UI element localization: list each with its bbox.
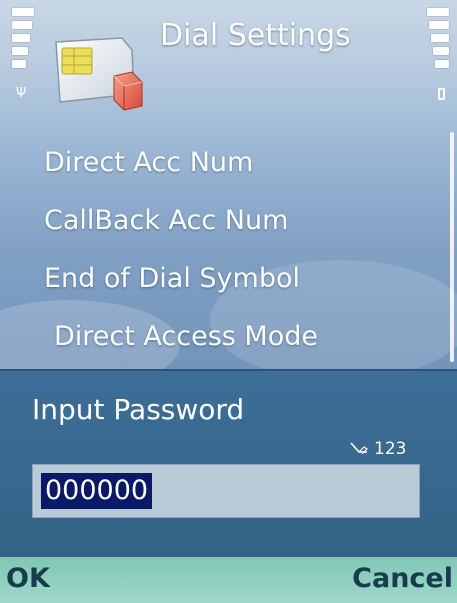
menu-item-callback-acc-num[interactable]: CallBack Acc Num xyxy=(44,201,434,259)
password-input-value: 000000 xyxy=(41,473,153,509)
phone-screen: Ψ Dial Settings Direct Acc Num CallBack … xyxy=(0,0,457,603)
battery-bar xyxy=(433,47,449,55)
menu-item-direct-access-mode[interactable]: Direct Access Mode xyxy=(44,317,434,375)
sim-card-icon xyxy=(55,37,143,111)
signal-bar xyxy=(12,21,32,29)
input-mode-label: 123 xyxy=(374,439,407,459)
page-title: Dial Settings xyxy=(160,18,351,53)
input-mode-indicator: 123 xyxy=(350,439,406,459)
signal-bar xyxy=(12,34,30,42)
signal-strength-indicator: Ψ xyxy=(12,8,34,101)
dialog-title: Input Password xyxy=(32,393,245,426)
password-input[interactable]: 000000 xyxy=(32,464,420,518)
signal-bar xyxy=(12,47,28,55)
menu-item-direct-acc-num[interactable]: Direct Acc Num xyxy=(44,143,434,201)
battery-bar xyxy=(435,60,449,68)
antenna-icon: Ψ xyxy=(16,86,27,101)
softkey-bar: OK Cancel xyxy=(0,557,457,603)
battery-icon xyxy=(438,88,445,100)
battery-bar xyxy=(431,34,449,42)
signal-bar xyxy=(12,60,26,68)
ok-softkey[interactable]: OK xyxy=(6,563,50,594)
password-dialog: Input Password 123 000000 xyxy=(0,369,457,559)
settings-menu-list: Direct Acc Num CallBack Acc Num End of D… xyxy=(44,143,434,375)
menu-item-end-of-dial-symbol[interactable]: End of Dial Symbol xyxy=(44,259,434,317)
pen-icon xyxy=(350,439,368,459)
scrollbar[interactable] xyxy=(450,132,454,362)
battery-bar xyxy=(427,8,449,16)
cancel-softkey[interactable]: Cancel xyxy=(352,563,453,594)
signal-bar xyxy=(12,8,34,16)
battery-bar xyxy=(429,21,449,29)
battery-level-indicator xyxy=(427,8,449,100)
